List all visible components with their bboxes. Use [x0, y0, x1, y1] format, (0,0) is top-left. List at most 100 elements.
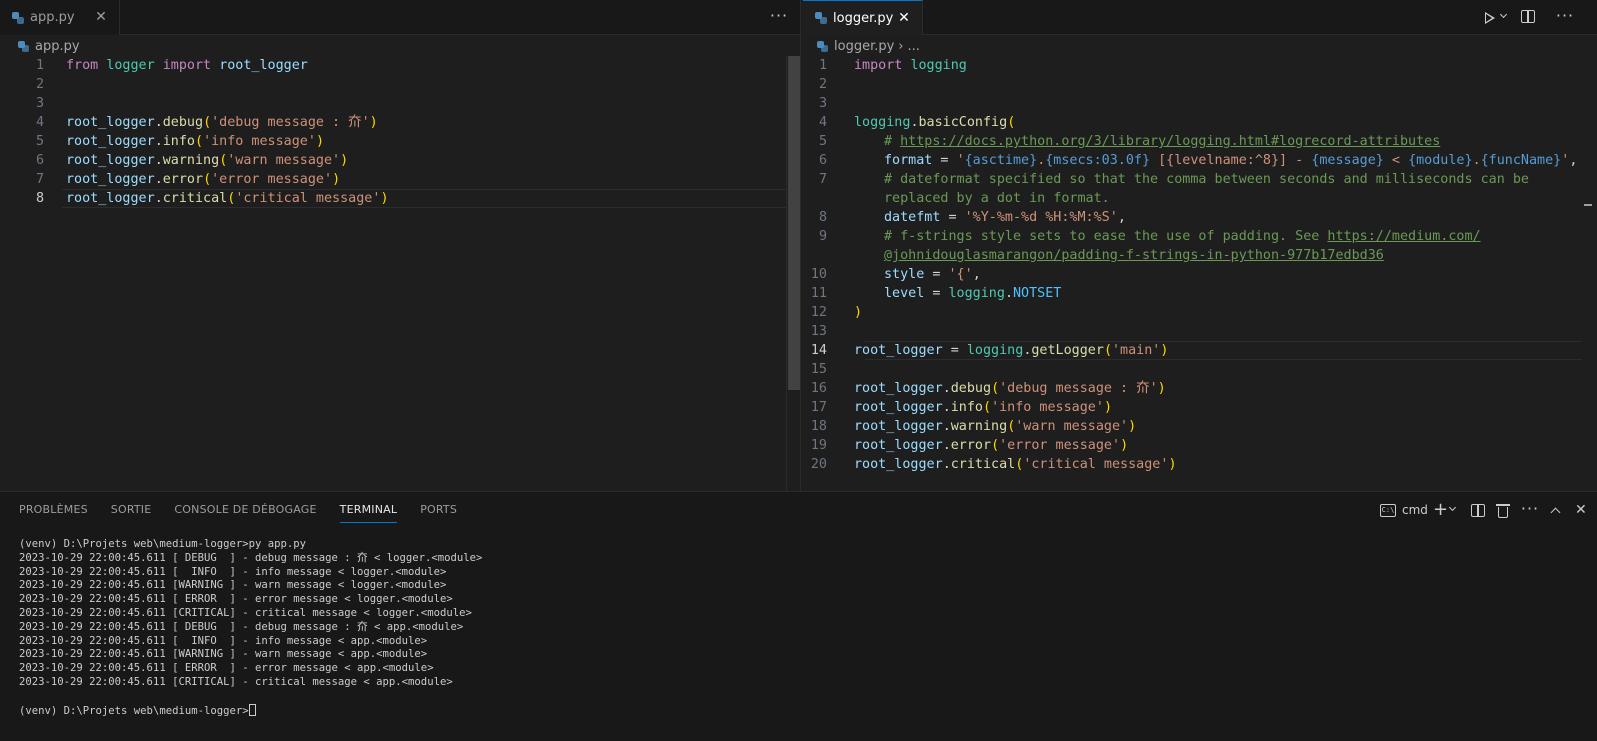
tab-ports[interactable]: PORTS — [420, 492, 457, 527]
line-number: 1 — [35, 58, 44, 73]
tab-terminal[interactable]: TERMINAL — [339, 492, 398, 527]
code-token: ( — [991, 381, 1000, 396]
terminal-line: 2023-10-29 22:00:45.611 [ DEBUG ] - debu… — [19, 620, 464, 633]
tab-label: logger.py — [833, 10, 894, 26]
breadcrumb-file[interactable]: logger.py — [834, 39, 894, 54]
code-token: 'critical message' — [1023, 457, 1169, 472]
code-line[interactable]: 3 — [0, 94, 800, 113]
code-text: root_logger.error('error message') — [854, 436, 1128, 455]
code-line[interactable]: 12) — [803, 303, 1597, 322]
code-token: 'warn message' — [227, 153, 341, 168]
line-number: 12 — [810, 305, 827, 320]
terminal-output[interactable]: (venv) D:\Projets web\medium-logger>py a… — [19, 538, 1597, 717]
breadcrumb: logger.py › ... — [803, 35, 1597, 57]
terminal-line: (venv) D:\Projets web\medium-logger> — [19, 703, 1597, 718]
code-line[interactable]: 8 datefmt = '%Y-%m-%d %H:%M:%S', — [803, 208, 1597, 227]
more-actions-icon[interactable]: ··· — [768, 8, 790, 28]
code-line[interactable]: 1 from logger import root_logger — [0, 56, 800, 75]
code-line[interactable]: 18 root_logger.warning('warn message') — [803, 417, 1597, 436]
tab-probl-mes[interactable]: PROBLÈMES — [19, 492, 88, 527]
tab-app-py[interactable]: app.py — [0, 0, 120, 35]
code-token: ( — [203, 172, 212, 187]
more-actions-icon[interactable]: ··· — [1554, 8, 1576, 28]
code-token: 'error message' — [999, 438, 1121, 453]
more-actions-icon[interactable]: ··· — [1519, 501, 1541, 521]
code-line[interactable]: 6 root_logger.warning('warn message') — [0, 151, 800, 170]
code-token: [{levelname:^8}] - — [1150, 153, 1312, 168]
vertical-scrollbar[interactable] — [1582, 56, 1596, 491]
code-line[interactable]: 8 root_logger.critical('critical message'… — [0, 189, 800, 208]
code-token: root_logger — [854, 438, 943, 453]
terminal-line: 2023-10-29 22:00:45.611 [ INFO ] - info … — [19, 634, 428, 647]
new-terminal-button[interactable]: + — [1433, 501, 1459, 519]
code-token: 'critical message' — [235, 191, 381, 206]
tab-logger-py[interactable]: logger.py — [803, 0, 923, 35]
close-icon[interactable] — [93, 9, 109, 25]
code-line[interactable]: 4 logging.basicConfig( — [803, 113, 1597, 132]
tab-sortie[interactable]: SORTIE — [111, 492, 152, 527]
code-line[interactable]: 3 — [803, 94, 1597, 113]
code-text: root_logger.debug('debug message : 夼') — [854, 379, 1166, 398]
line-number: 14 — [810, 343, 827, 358]
code-line[interactable]: 4 root_logger.debug('debug message : 夼') — [0, 113, 800, 132]
code-line[interactable]: 20 root_logger.critical('critical message… — [803, 455, 1597, 474]
code-line[interactable]: 2 — [0, 75, 800, 94]
code-token: root_logger — [66, 115, 155, 130]
breadcrumb-symbol[interactable]: ... — [908, 39, 920, 54]
code-line[interactable]: @johnidouglasmarangon/padding-f-strings-… — [803, 246, 1597, 265]
line-number: 6 — [818, 153, 827, 168]
trash-icon[interactable] — [1496, 504, 1510, 518]
code-line[interactable]: 13 — [803, 322, 1597, 341]
code-token: = — [942, 343, 967, 358]
code-line[interactable]: 1 import logging — [803, 56, 1597, 75]
close-icon[interactable] — [896, 10, 912, 26]
vertical-scrollbar[interactable] — [786, 56, 800, 491]
run-python-file-button[interactable] — [1483, 9, 1509, 27]
tab-console-de-d-bogage[interactable]: CONSOLE DE DÉBOGAGE — [174, 492, 316, 527]
split-terminal-icon[interactable] — [1471, 504, 1485, 517]
code-line[interactable]: 15 — [803, 360, 1597, 379]
code-line[interactable]: 6 format = '{asctime}. {msecs:03.0f} [{lev… — [803, 151, 1597, 170]
code-line[interactable]: 11 level = logging.NOTSET — [803, 284, 1597, 303]
chevron-down-icon[interactable] — [1448, 503, 1457, 512]
code-line[interactable]: replaced by a dot in format. — [803, 189, 1597, 208]
code-token: getLogger — [1031, 343, 1104, 358]
code-token: 'debug message : 夼' — [211, 115, 370, 130]
code-text: logging.basicConfig( — [854, 113, 1015, 132]
code-line[interactable]: 14 root_logger = logging.getLogger('main'… — [803, 341, 1597, 360]
code-line[interactable]: 17 root_logger.info('info message') — [803, 398, 1597, 417]
bottom-panel: PROBLÈMES SORTIE CONSOLE DE DÉBOGAGE TERMIN… — [0, 491, 1597, 741]
code-line[interactable]: 19 root_logger.error('error message') — [803, 436, 1597, 455]
code-line[interactable]: 16 root_logger.debug('debug message : 夼') — [803, 379, 1597, 398]
code-token: , — [1569, 153, 1578, 168]
code-token: info — [950, 400, 983, 415]
code-text: root_logger.critical('critical message') — [66, 189, 389, 208]
chevron-down-icon[interactable] — [1499, 10, 1508, 19]
terminal-line: 2023-10-29 22:00:45.611 [ ERROR ] - erro… — [19, 662, 434, 675]
code-token: . — [942, 457, 951, 472]
code-token: {module} — [1408, 153, 1473, 168]
split-editor-icon[interactable] — [1521, 10, 1535, 23]
breadcrumb-file[interactable]: app.py — [35, 39, 80, 54]
code-line[interactable]: 10 style = '{', — [803, 265, 1597, 284]
code-line[interactable]: 7 # dateformat specified so that the comm… — [803, 170, 1597, 189]
code-token: {message} — [1311, 153, 1384, 168]
close-panel-icon[interactable]: ✕ — [1575, 503, 1587, 517]
code-line[interactable]: 9 # f-strings style sets to ease the use … — [803, 227, 1597, 246]
code-token: ) — [1103, 400, 1112, 415]
code-token: root_logger — [854, 400, 943, 415]
code-line[interactable]: 5 # https://docs.python.org/3/library/log… — [803, 132, 1597, 151]
terminal-shell-selector[interactable]: C:\ cmd — [1380, 503, 1440, 519]
line-number: 7 — [818, 172, 827, 187]
code-line[interactable]: 5 root_logger.info('info message') — [0, 132, 800, 151]
maximize-panel-icon[interactable] — [1550, 507, 1561, 518]
code-line[interactable]: 2 — [803, 75, 1597, 94]
scrollbar-thumb[interactable] — [788, 56, 800, 390]
right-tab-bar: logger.py ··· — [803, 0, 1597, 35]
code-token: root_logger — [66, 191, 155, 206]
code-token: NOTSET — [1013, 286, 1062, 301]
terminal-line: 2023-10-29 22:00:45.611 [ DEBUG ] - debu… — [19, 551, 483, 564]
code-line[interactable]: 7 root_logger.error('error message') — [0, 170, 800, 189]
code-text: root_logger.error('error message') — [66, 170, 340, 189]
terminal-cursor — [248, 703, 256, 716]
